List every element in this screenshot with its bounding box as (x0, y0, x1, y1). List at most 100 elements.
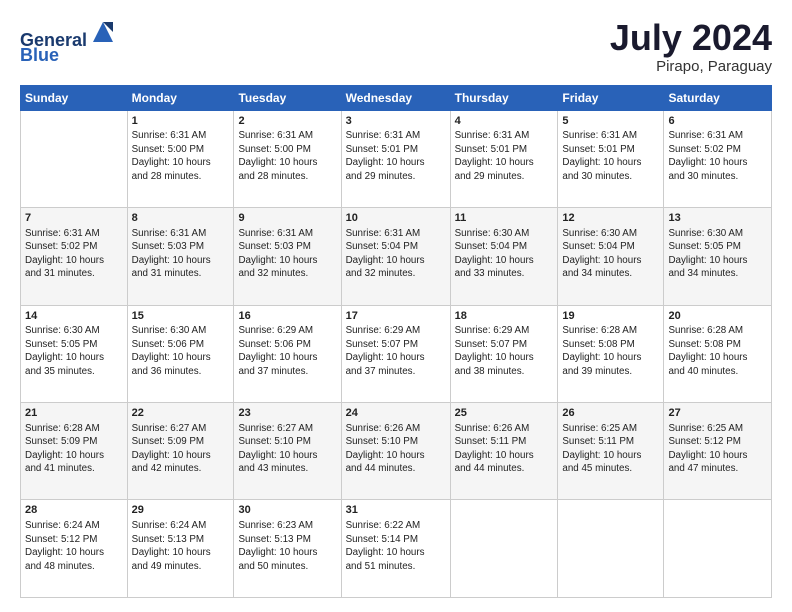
logo-blue: Blue (20, 45, 59, 66)
calendar-cell: 27Sunrise: 6:25 AM Sunset: 5:12 PM Dayli… (664, 403, 772, 500)
calendar-cell: 11Sunrise: 6:30 AM Sunset: 5:04 PM Dayli… (450, 208, 558, 305)
day-number: 24 (346, 406, 446, 421)
day-info: Sunrise: 6:31 AM Sunset: 5:04 PM Dayligh… (346, 227, 446, 281)
weekday-header-wednesday: Wednesday (341, 85, 450, 110)
day-number: 2 (238, 114, 336, 129)
week-row-5: 28Sunrise: 6:24 AM Sunset: 5:12 PM Dayli… (21, 500, 772, 598)
day-number: 17 (346, 309, 446, 324)
week-row-2: 7Sunrise: 6:31 AM Sunset: 5:02 PM Daylig… (21, 208, 772, 305)
day-info: Sunrise: 6:23 AM Sunset: 5:13 PM Dayligh… (238, 519, 336, 573)
calendar-table: SundayMondayTuesdayWednesdayThursdayFrid… (20, 85, 772, 598)
week-row-1: 1Sunrise: 6:31 AM Sunset: 5:00 PM Daylig… (21, 110, 772, 207)
logo-icon (89, 18, 117, 46)
day-number: 18 (455, 309, 554, 324)
day-number: 29 (132, 503, 230, 518)
calendar-cell (21, 110, 128, 207)
day-number: 21 (25, 406, 123, 421)
day-info: Sunrise: 6:27 AM Sunset: 5:09 PM Dayligh… (132, 422, 230, 476)
calendar-cell: 15Sunrise: 6:30 AM Sunset: 5:06 PM Dayli… (127, 305, 234, 402)
calendar-cell: 22Sunrise: 6:27 AM Sunset: 5:09 PM Dayli… (127, 403, 234, 500)
calendar-cell: 17Sunrise: 6:29 AM Sunset: 5:07 PM Dayli… (341, 305, 450, 402)
day-info: Sunrise: 6:31 AM Sunset: 5:02 PM Dayligh… (25, 227, 123, 281)
day-info: Sunrise: 6:31 AM Sunset: 5:00 PM Dayligh… (238, 129, 336, 183)
day-number: 5 (562, 114, 659, 129)
day-info: Sunrise: 6:25 AM Sunset: 5:12 PM Dayligh… (668, 422, 767, 476)
day-number: 19 (562, 309, 659, 324)
calendar-cell: 3Sunrise: 6:31 AM Sunset: 5:01 PM Daylig… (341, 110, 450, 207)
day-number: 16 (238, 309, 336, 324)
day-number: 11 (455, 211, 554, 226)
calendar-cell: 19Sunrise: 6:28 AM Sunset: 5:08 PM Dayli… (558, 305, 664, 402)
calendar-cell: 9Sunrise: 6:31 AM Sunset: 5:03 PM Daylig… (234, 208, 341, 305)
day-number: 14 (25, 309, 123, 324)
calendar-cell: 10Sunrise: 6:31 AM Sunset: 5:04 PM Dayli… (341, 208, 450, 305)
day-info: Sunrise: 6:26 AM Sunset: 5:10 PM Dayligh… (346, 422, 446, 476)
day-number: 23 (238, 406, 336, 421)
day-info: Sunrise: 6:25 AM Sunset: 5:11 PM Dayligh… (562, 422, 659, 476)
day-info: Sunrise: 6:30 AM Sunset: 5:04 PM Dayligh… (455, 227, 554, 281)
day-number: 15 (132, 309, 230, 324)
day-info: Sunrise: 6:31 AM Sunset: 5:01 PM Dayligh… (346, 129, 446, 183)
calendar-cell: 16Sunrise: 6:29 AM Sunset: 5:06 PM Dayli… (234, 305, 341, 402)
day-info: Sunrise: 6:28 AM Sunset: 5:08 PM Dayligh… (562, 324, 659, 378)
location-subtitle: Pirapo, Paraguay (610, 58, 772, 75)
day-number: 31 (346, 503, 446, 518)
day-info: Sunrise: 6:30 AM Sunset: 5:06 PM Dayligh… (132, 324, 230, 378)
day-number: 9 (238, 211, 336, 226)
calendar-cell: 4Sunrise: 6:31 AM Sunset: 5:01 PM Daylig… (450, 110, 558, 207)
day-info: Sunrise: 6:24 AM Sunset: 5:13 PM Dayligh… (132, 519, 230, 573)
week-row-3: 14Sunrise: 6:30 AM Sunset: 5:05 PM Dayli… (21, 305, 772, 402)
day-info: Sunrise: 6:28 AM Sunset: 5:09 PM Dayligh… (25, 422, 123, 476)
day-info: Sunrise: 6:31 AM Sunset: 5:01 PM Dayligh… (562, 129, 659, 183)
calendar-cell (450, 500, 558, 598)
calendar-cell (558, 500, 664, 598)
day-info: Sunrise: 6:30 AM Sunset: 5:05 PM Dayligh… (668, 227, 767, 281)
day-number: 3 (346, 114, 446, 129)
day-number: 30 (238, 503, 336, 518)
calendar-cell: 5Sunrise: 6:31 AM Sunset: 5:01 PM Daylig… (558, 110, 664, 207)
month-title: July 2024 (610, 18, 772, 58)
logo: General Blue (20, 18, 117, 66)
day-number: 12 (562, 211, 659, 226)
calendar-cell: 12Sunrise: 6:30 AM Sunset: 5:04 PM Dayli… (558, 208, 664, 305)
day-info: Sunrise: 6:31 AM Sunset: 5:03 PM Dayligh… (238, 227, 336, 281)
day-info: Sunrise: 6:27 AM Sunset: 5:10 PM Dayligh… (238, 422, 336, 476)
day-info: Sunrise: 6:29 AM Sunset: 5:07 PM Dayligh… (346, 324, 446, 378)
calendar-cell: 26Sunrise: 6:25 AM Sunset: 5:11 PM Dayli… (558, 403, 664, 500)
calendar-cell: 1Sunrise: 6:31 AM Sunset: 5:00 PM Daylig… (127, 110, 234, 207)
calendar-cell: 13Sunrise: 6:30 AM Sunset: 5:05 PM Dayli… (664, 208, 772, 305)
day-number: 13 (668, 211, 767, 226)
week-row-4: 21Sunrise: 6:28 AM Sunset: 5:09 PM Dayli… (21, 403, 772, 500)
day-number: 22 (132, 406, 230, 421)
header: General Blue July 2024 Pirapo, Paraguay (20, 18, 772, 75)
day-number: 7 (25, 211, 123, 226)
day-number: 8 (132, 211, 230, 226)
calendar-cell: 6Sunrise: 6:31 AM Sunset: 5:02 PM Daylig… (664, 110, 772, 207)
day-info: Sunrise: 6:22 AM Sunset: 5:14 PM Dayligh… (346, 519, 446, 573)
day-info: Sunrise: 6:31 AM Sunset: 5:00 PM Dayligh… (132, 129, 230, 183)
calendar-cell: 28Sunrise: 6:24 AM Sunset: 5:12 PM Dayli… (21, 500, 128, 598)
day-info: Sunrise: 6:28 AM Sunset: 5:08 PM Dayligh… (668, 324, 767, 378)
weekday-header-thursday: Thursday (450, 85, 558, 110)
calendar-cell: 2Sunrise: 6:31 AM Sunset: 5:00 PM Daylig… (234, 110, 341, 207)
day-info: Sunrise: 6:31 AM Sunset: 5:03 PM Dayligh… (132, 227, 230, 281)
calendar-cell: 18Sunrise: 6:29 AM Sunset: 5:07 PM Dayli… (450, 305, 558, 402)
calendar-cell: 21Sunrise: 6:28 AM Sunset: 5:09 PM Dayli… (21, 403, 128, 500)
calendar-cell: 29Sunrise: 6:24 AM Sunset: 5:13 PM Dayli… (127, 500, 234, 598)
day-info: Sunrise: 6:24 AM Sunset: 5:12 PM Dayligh… (25, 519, 123, 573)
day-info: Sunrise: 6:30 AM Sunset: 5:05 PM Dayligh… (25, 324, 123, 378)
weekday-header-monday: Monday (127, 85, 234, 110)
page: General Blue July 2024 Pirapo, Paraguay … (0, 0, 792, 612)
day-info: Sunrise: 6:31 AM Sunset: 5:02 PM Dayligh… (668, 129, 767, 183)
weekday-header-row: SundayMondayTuesdayWednesdayThursdayFrid… (21, 85, 772, 110)
calendar-cell (664, 500, 772, 598)
calendar-cell: 8Sunrise: 6:31 AM Sunset: 5:03 PM Daylig… (127, 208, 234, 305)
calendar-cell: 30Sunrise: 6:23 AM Sunset: 5:13 PM Dayli… (234, 500, 341, 598)
day-info: Sunrise: 6:29 AM Sunset: 5:06 PM Dayligh… (238, 324, 336, 378)
calendar-cell: 31Sunrise: 6:22 AM Sunset: 5:14 PM Dayli… (341, 500, 450, 598)
calendar-cell: 14Sunrise: 6:30 AM Sunset: 5:05 PM Dayli… (21, 305, 128, 402)
day-info: Sunrise: 6:29 AM Sunset: 5:07 PM Dayligh… (455, 324, 554, 378)
weekday-header-friday: Friday (558, 85, 664, 110)
calendar-cell: 20Sunrise: 6:28 AM Sunset: 5:08 PM Dayli… (664, 305, 772, 402)
day-number: 6 (668, 114, 767, 129)
